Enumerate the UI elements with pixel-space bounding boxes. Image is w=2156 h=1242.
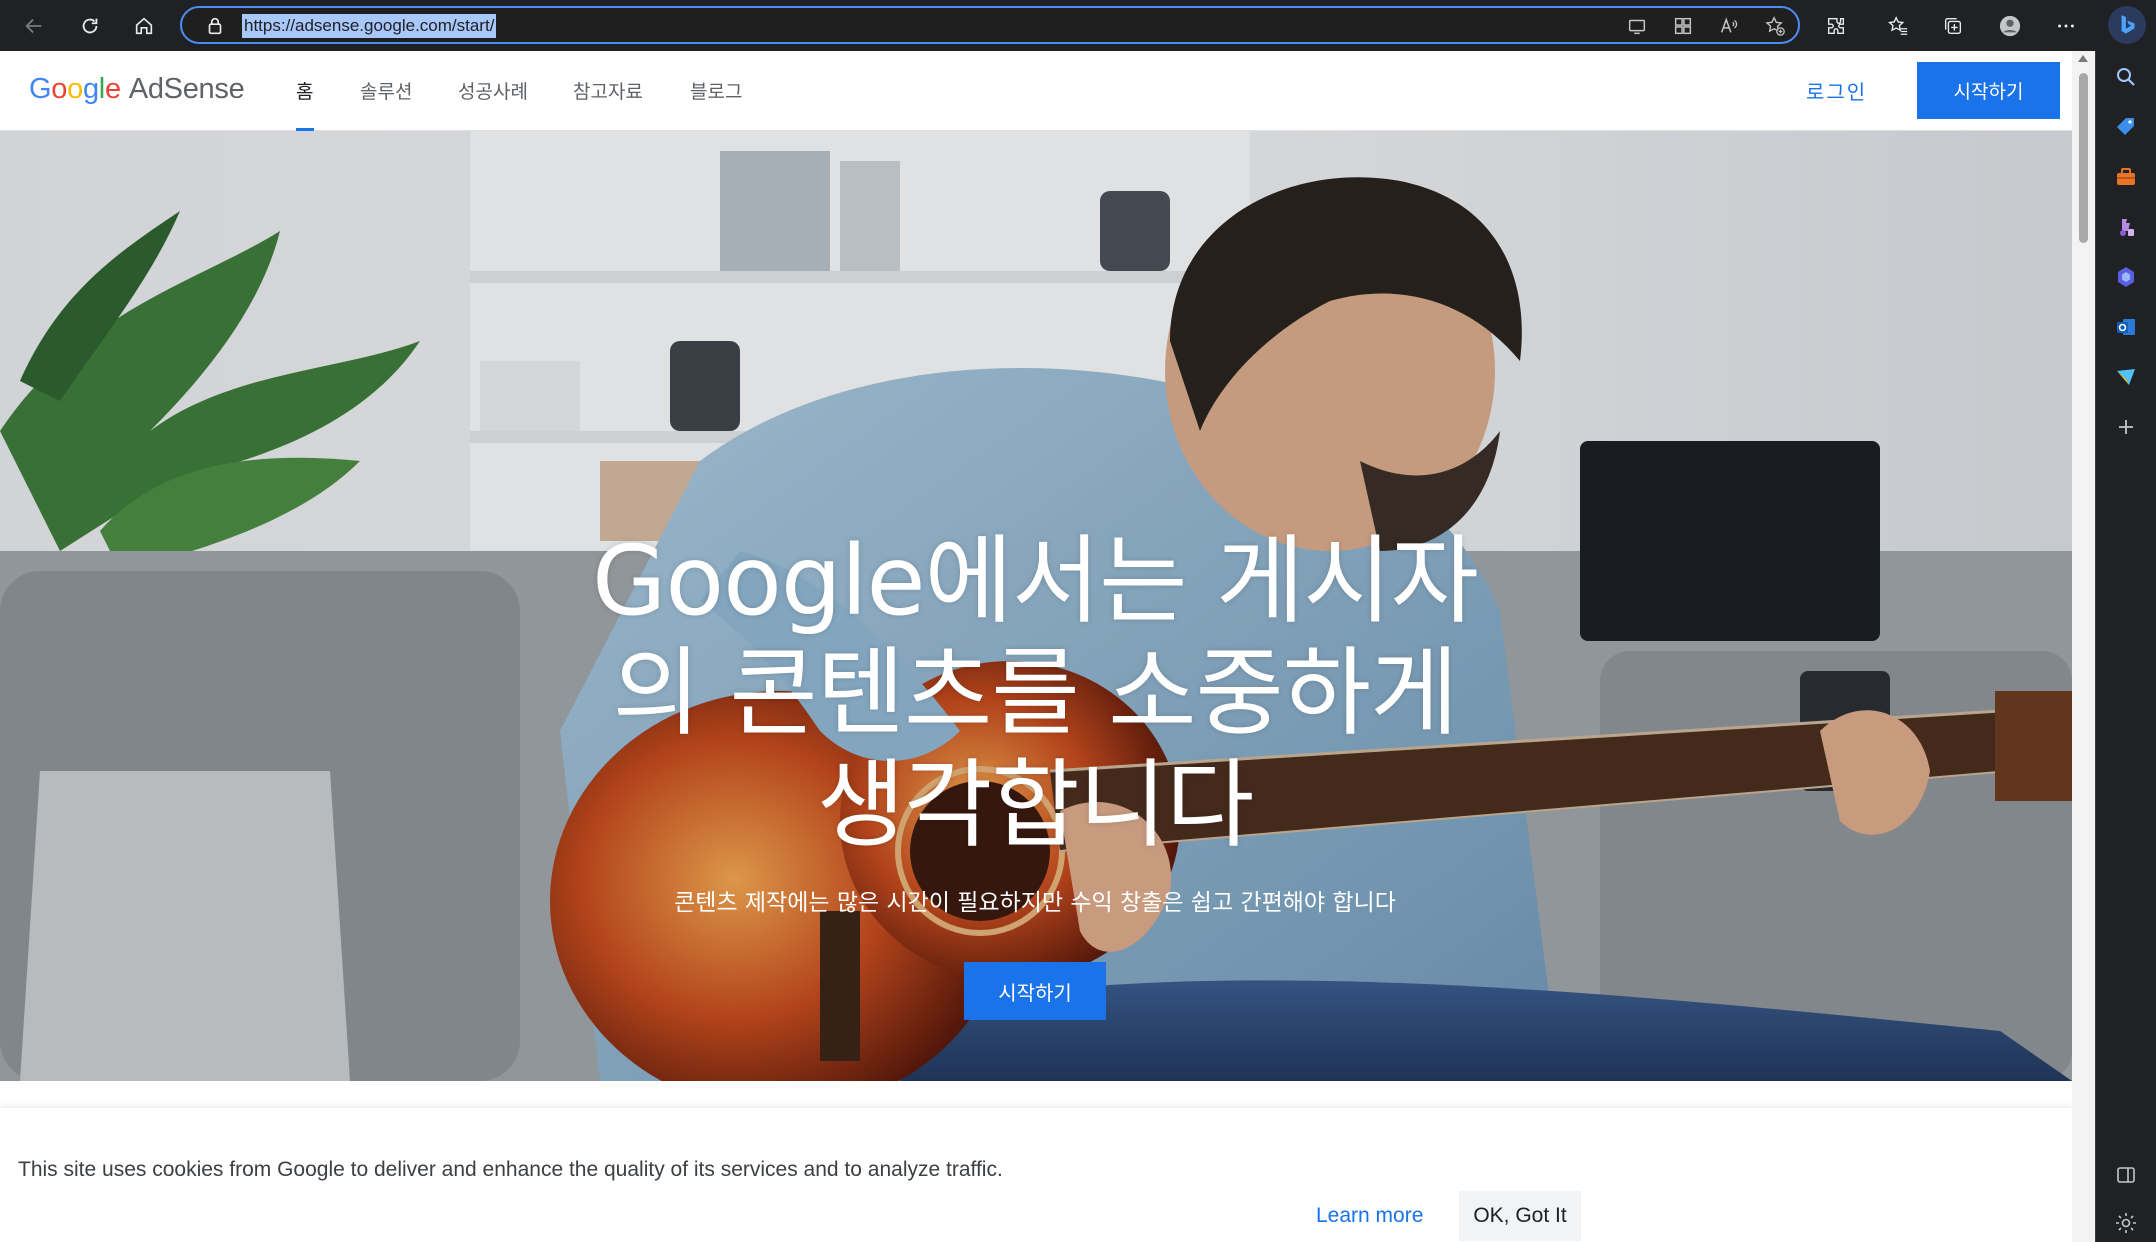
nav-solutions[interactable]: 솔루션 [360,77,412,104]
tools-icon[interactable] [2114,165,2138,189]
nav-home[interactable]: 홈 [296,77,313,104]
refresh-icon[interactable] [72,8,108,44]
search-icon[interactable] [2114,65,2138,89]
send-icon[interactable] [2114,365,2138,389]
cookie-ok-button[interactable]: OK, Got It [1459,1191,1581,1241]
edge-sidebar [2095,51,2156,1242]
sidebar-toggle-icon[interactable] [2114,1163,2138,1187]
login-link[interactable]: 로그인 [1806,76,1867,105]
immersive-reader-icon[interactable] [1626,15,1648,37]
back-icon[interactable] [16,8,52,44]
lock-icon[interactable] [204,15,226,37]
page-scrollbar[interactable] [2072,51,2095,1242]
nav-resources[interactable]: 참고자료 [573,77,643,104]
nav-blog[interactable]: 블로그 [690,77,742,104]
hero-title: Google에서는 게시자 의 콘텐츠를 소중하게 생각합니다 [592,525,1479,862]
cookie-notice-text: This site uses cookies from Google to de… [18,1158,1003,1181]
bing-copilot-icon[interactable] [2108,6,2146,44]
add-icon[interactable] [2114,415,2138,439]
more-icon[interactable] [2048,8,2084,44]
scroll-up-arrow-icon[interactable] [2078,55,2088,62]
app-available-icon[interactable] [1672,15,1694,37]
home-icon[interactable] [126,8,162,44]
adsense-logo[interactable]: Google AdSense [29,73,245,106]
settings-icon[interactable] [2114,1211,2138,1235]
profile-icon[interactable] [1992,8,2028,44]
cookie-banner: This site uses cookies from Google to de… [0,1108,2072,1242]
hero-get-started-button[interactable]: 시작하기 [964,962,1106,1020]
address-bar[interactable]: https://adsense.google.com/start/ [180,6,1800,44]
favorites-icon[interactable] [1880,8,1916,44]
page-viewport: Google AdSense 홈 솔루션 성공사례 참고자료 블로그 로그인 시작… [0,51,2072,1242]
cookie-learn-more-link[interactable]: Learn more [1316,1204,1423,1228]
games-icon[interactable] [2114,215,2138,239]
microsoft-365-icon[interactable] [2114,265,2138,289]
collections-icon[interactable] [1935,8,1971,44]
header-get-started-button[interactable]: 시작하기 [1917,62,2060,119]
hero-section: Google에서는 게시자 의 콘텐츠를 소중하게 생각합니다 콘텐츠 제작에는 많… [0,131,2072,1081]
outlook-icon[interactable] [2114,315,2138,339]
read-aloud-icon[interactable] [1718,15,1740,37]
hero-subtitle: 콘텐츠 제작에는 많은 시간이 필요하지만 수익 창출은 쉽고 간편해야 합니다 [674,890,1396,916]
add-favorite-icon[interactable] [1764,15,1786,37]
logo-product-name: AdSense [128,73,245,105]
scroll-thumb[interactable] [2079,73,2088,243]
extensions-icon[interactable] [1818,8,1854,44]
shopping-tag-icon[interactable] [2114,115,2138,139]
site-header: Google AdSense 홈 솔루션 성공사례 참고자료 블로그 로그인 시작… [0,51,2072,131]
nav-success-stories[interactable]: 성공사례 [458,77,528,104]
browser-toolbar: https://adsense.google.com/start/ [0,0,2156,51]
url-text[interactable]: https://adsense.google.com/start/ [242,14,497,38]
